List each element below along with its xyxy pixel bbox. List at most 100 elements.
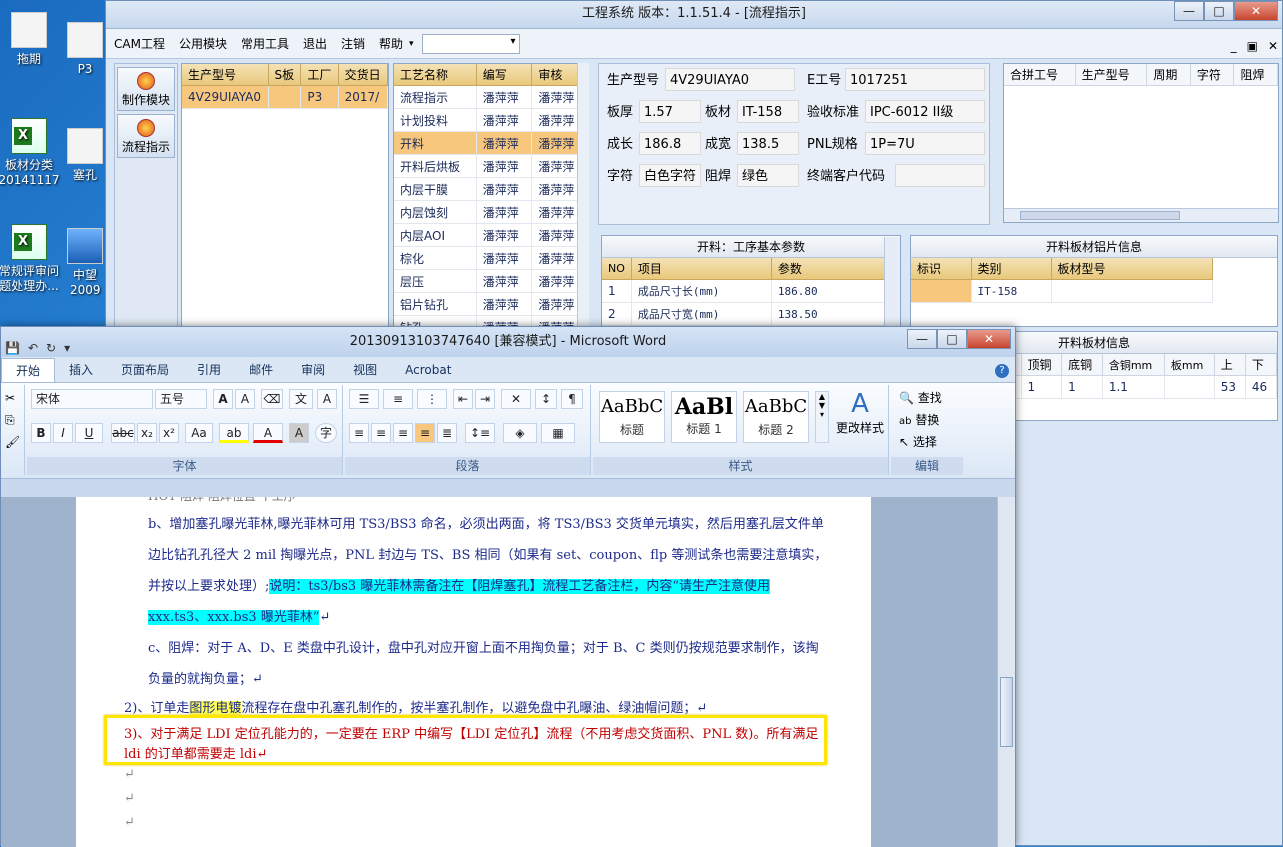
model-field[interactable]: 4V29UIAYA0 [665,68,795,91]
subscript-icon[interactable]: x₂ [137,423,157,443]
word-maximize-icon[interactable]: □ [937,329,967,349]
process-scrollbar[interactable] [577,63,589,331]
change-styles-button[interactable]: A 更改样式 [833,389,887,436]
chevron-down-icon[interactable]: ▾ [409,39,414,49]
underline-icon[interactable]: U [75,423,103,443]
menu-tools[interactable]: 常用工具 [241,35,289,52]
font-size-select[interactable]: 五号 [155,389,207,409]
pnl-field[interactable]: 1P=7U [865,132,985,155]
bold-icon[interactable]: B [31,423,51,443]
cut-icon[interactable]: ✂ [5,391,15,405]
col-delivery[interactable]: 交货日 [338,64,389,86]
mdi-restore-icon[interactable]: ▣ [1247,39,1258,53]
bullets-icon[interactable]: ☰ [349,389,379,409]
nav-production-module[interactable]: 制作模块 [117,67,175,111]
tab-review[interactable]: 审阅 [287,358,339,382]
superscript-icon[interactable]: x² [159,423,179,443]
word-minimize-icon[interactable]: — [907,329,937,349]
italic-icon[interactable]: I [53,423,73,443]
clear-format-icon[interactable]: ⌫ [261,389,283,409]
nav-process-flow[interactable]: 流程指示 [117,114,175,158]
select-button[interactable]: ↖ 选择 [899,433,937,450]
col-factory[interactable]: 工厂 [300,64,339,86]
tab-mailings[interactable]: 邮件 [235,358,287,382]
redo-icon[interactable]: ↻ [46,333,56,363]
table-row[interactable]: 棕化 潘萍萍 潘萍萍 [394,246,588,270]
sort-icon[interactable]: ↕ [535,389,557,409]
increase-indent-icon[interactable]: ⇥ [475,389,495,409]
table-row[interactable]: 1 成品尺寸长(mm) 186.80 [602,279,900,303]
table-row[interactable]: 内层干膜 潘萍萍 潘萍萍 [394,177,588,201]
desktop-icon-board-class[interactable]: 板材分类20141117 [0,118,64,188]
font-name-select[interactable]: 宋体 [31,389,153,409]
style-title[interactable]: AaBbC 标题 [599,391,665,443]
desktop-icon-plug-hole[interactable]: 塞孔 [62,128,108,183]
minimize-icon[interactable]: — [1174,1,1204,21]
qat-more-icon[interactable]: ▾ [64,333,70,363]
undo-icon[interactable]: ↶ [28,333,38,363]
desktop-icon-review[interactable]: 常规评审问题处理办... [0,224,64,294]
eno-field[interactable]: 1017251 [845,68,985,91]
menu-cam[interactable]: CAM工程 [114,35,165,52]
table-row[interactable]: IT-158 [911,279,1213,303]
change-case-icon[interactable]: Aa [185,423,213,443]
numbering-icon[interactable]: ≡ [383,389,413,409]
mask-field[interactable]: 绿色 [737,164,799,187]
combine-hscroll[interactable] [1004,208,1278,222]
table-row[interactable]: 4V29UIAYA0 P3 2017/ [182,85,389,109]
distribute-icon[interactable]: ≣ [437,423,457,443]
menu-logout[interactable]: 注销 [341,35,365,52]
table-row[interactable]: 开料后烘板 潘萍萍 潘萍萍 [394,154,588,178]
grow-font-icon[interactable]: A [213,389,233,409]
customer-code-field[interactable] [895,164,985,187]
thickness-field[interactable]: 1.57 [639,100,701,123]
char-field[interactable]: 白色字符 [639,164,701,187]
shading-icon[interactable]: ◈ [503,423,537,443]
col-process-name[interactable]: 工艺名称 [394,64,477,86]
multilevel-icon[interactable]: ⋮ [417,389,447,409]
document-page[interactable]: HOT 阻焊 阻焊位置 十工序 b、增加塞孔曝光菲林,曝光菲林可用 TS3/BS… [76,497,871,847]
table-row[interactable]: 层压 潘萍萍 潘萍萍 [394,269,588,293]
copy-icon[interactable]: ⎘ [5,413,15,428]
tab-references[interactable]: 引用 [183,358,235,382]
justify-icon[interactable]: ≡ [415,423,435,443]
borders-icon[interactable]: ▦ [541,423,575,443]
close-icon[interactable]: ✕ [1234,1,1278,21]
material-field[interactable]: IT-158 [737,100,799,123]
format-painter-icon[interactable]: 🖌 [5,435,20,449]
col-model[interactable]: 生产型号 [182,64,269,86]
menu-help[interactable]: 帮助 [379,35,403,52]
table-row[interactable]: 铝片钻孔 潘萍萍 潘萍萍 [394,292,588,316]
show-marks-icon[interactable]: ¶ [561,389,583,409]
mdi-minimize-icon[interactable]: _ [1231,39,1237,53]
char-shading-icon[interactable]: A [289,423,309,443]
mdi-close-icon[interactable]: ✕ [1268,39,1278,53]
word-close-icon[interactable]: ✕ [967,329,1011,349]
col-author[interactable]: 编写 [476,64,533,86]
save-icon[interactable]: 💾 [5,333,20,363]
tab-view[interactable]: 视图 [339,358,391,382]
phonetic-icon[interactable]: 文 [289,389,313,409]
tab-layout[interactable]: 页面布局 [107,358,183,382]
desktop-icon-delay[interactable]: 拖期 [0,12,64,67]
align-center-icon[interactable]: ≡ [371,423,391,443]
table-row[interactable]: 2 成品尺寸宽(mm) 138.50 [602,302,900,326]
length-field[interactable]: 186.8 [639,132,701,155]
tab-acrobat[interactable]: Acrobat [391,358,465,382]
enclose-char-icon[interactable]: 字 [315,423,337,443]
font-color-icon[interactable]: A [253,423,283,443]
decrease-indent-icon[interactable]: ⇤ [453,389,473,409]
table-row[interactable]: 流程指示 潘萍萍 潘萍萍 [394,85,588,109]
shrink-font-icon[interactable]: A [235,389,255,409]
table-row[interactable]: 开料 潘萍萍 潘萍萍 [394,131,588,155]
char-border-icon[interactable]: A [317,389,337,409]
params-scrollbar[interactable] [884,237,900,331]
table-row[interactable]: 内层AOI 潘萍萍 潘萍萍 [394,223,588,247]
align-right-icon[interactable]: ≡ [393,423,413,443]
width-field[interactable]: 138.5 [737,132,799,155]
style-heading-1[interactable]: AaBl 标题 1 [671,391,737,443]
col-s-board[interactable]: S板 [268,64,302,86]
standard-field[interactable]: IPC-6012 II级 [865,100,985,123]
help-icon[interactable]: ? [995,364,1009,378]
table-row[interactable]: 计划投料 潘萍萍 潘萍萍 [394,108,588,132]
